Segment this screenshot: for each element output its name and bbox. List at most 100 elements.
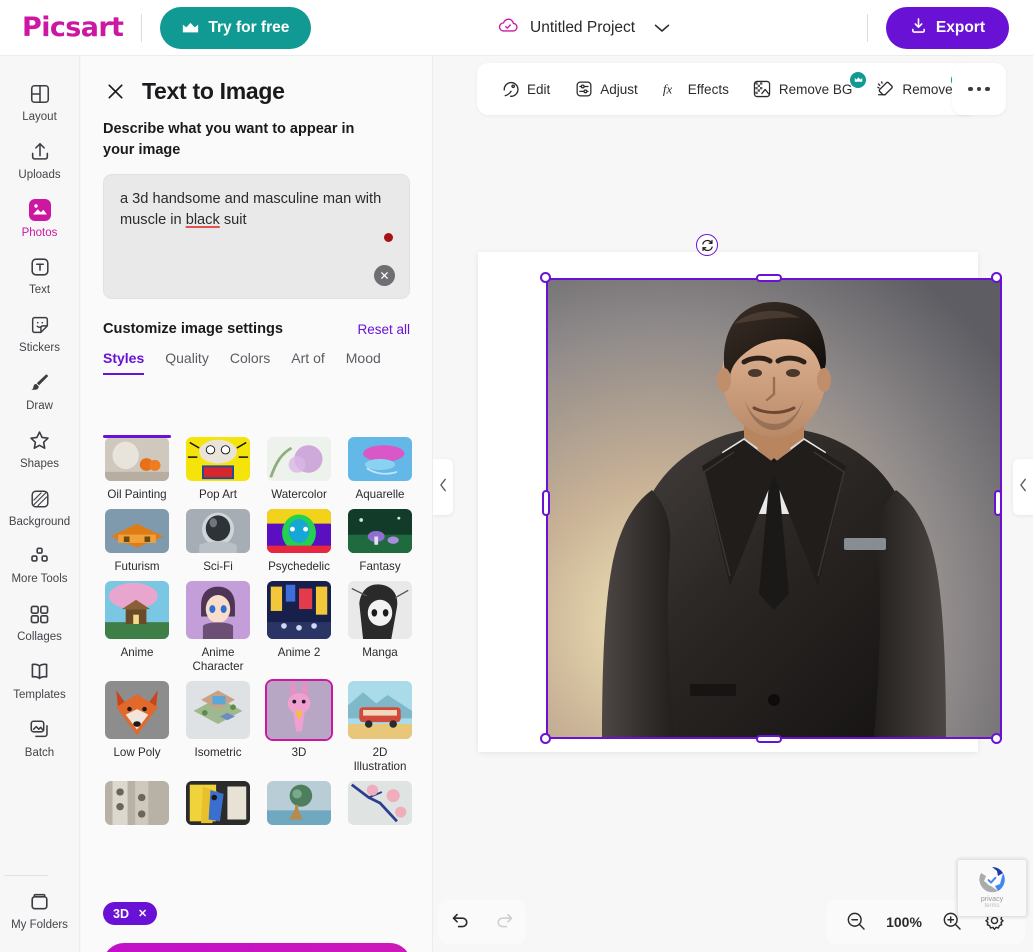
canvas-image[interactable]	[548, 280, 1000, 737]
close-icon[interactable]: ✕	[138, 907, 147, 920]
style-card-18[interactable]	[265, 779, 333, 847]
sidebar-item-background[interactable]: Background	[4, 477, 76, 535]
recaptcha-terms-link[interactable]: terms	[985, 903, 1000, 909]
close-icon[interactable]	[103, 79, 128, 104]
tab-quality[interactable]: Quality	[165, 350, 209, 375]
generate-button[interactable]: Generate	[103, 943, 411, 952]
zoom-level: 100%	[886, 914, 922, 930]
crown-icon	[182, 22, 199, 34]
sidebar-item-more-tools[interactable]: More Tools	[4, 534, 76, 592]
style-card-anime[interactable]: Anime	[103, 579, 171, 675]
sidebar-item-photos[interactable]: Photos	[4, 188, 76, 246]
remove-bg-button[interactable]: Remove BG	[743, 71, 867, 106]
style-label: Anime	[120, 646, 154, 659]
style-card-pop-art[interactable]: Pop Art	[184, 435, 252, 503]
sidebar-item-layout[interactable]: Layout	[4, 72, 76, 130]
style-card-futurism[interactable]: Futurism	[103, 507, 171, 575]
sidebar-item-batch[interactable]: Batch	[4, 708, 76, 766]
tab-styles[interactable]: Styles	[103, 350, 145, 376]
project-name-group[interactable]: Untitled Project	[497, 0, 678, 56]
tab-colors[interactable]: Colors	[230, 350, 270, 375]
style-card-aquarelle[interactable]: Aquarelle	[346, 435, 414, 503]
resize-handle-left[interactable]	[542, 490, 550, 516]
style-card-fantasy[interactable]: Fantasy	[346, 507, 414, 575]
style-card-17[interactable]	[184, 779, 252, 847]
remove-button[interactable]: Remove	[866, 71, 967, 106]
resize-handle-right[interactable]	[994, 490, 1002, 516]
style-card-isometric[interactable]: Isometric	[184, 679, 252, 775]
tab-art-of[interactable]: Art of	[291, 350, 324, 375]
collage-icon	[27, 601, 53, 627]
edit-button[interactable]: Edit	[491, 73, 560, 106]
resize-handle-top[interactable]	[756, 274, 782, 282]
more-options-button[interactable]	[952, 63, 1006, 115]
prompt-input[interactable]: a 3d handsome and masculine man with mus…	[103, 174, 410, 300]
style-card-sci-fi[interactable]: Sci-Fi	[184, 507, 252, 575]
style-card-3d[interactable]: 3D	[265, 678, 333, 775]
style-label: Psychedelic	[268, 560, 330, 573]
adjust-icon	[574, 80, 593, 99]
recaptcha-privacy-link[interactable]: privacy	[981, 896, 1003, 903]
style-chip-3d[interactable]: 3D ✕	[103, 902, 158, 925]
style-card-oil-painting[interactable]: Oil Painting	[103, 435, 171, 503]
collapse-left-panel-button[interactable]	[433, 459, 453, 515]
undo-button[interactable]	[447, 907, 474, 937]
style-card-watercolor[interactable]: Watercolor	[265, 435, 333, 503]
resize-handle-top-left[interactable]	[540, 272, 551, 283]
sidebar-item-templates[interactable]: Templates	[4, 650, 76, 708]
adjust-button[interactable]: Adjust	[564, 73, 648, 106]
sidebar-item-text[interactable]: Text	[4, 245, 76, 303]
resize-handle-bottom[interactable]	[756, 735, 782, 743]
sidebar-item-shapes[interactable]: Shapes	[4, 419, 76, 477]
picsart-logo[interactable]: Picsart	[22, 12, 124, 43]
style-card-2d-illustration[interactable]: 2D Illustration	[346, 679, 414, 775]
style-thumbnail	[184, 679, 252, 741]
sidebar-item-my-folders[interactable]: My Folders	[4, 880, 76, 938]
styles-grid: Oil Painting Pop Art Watercolor Aquarell…	[103, 435, 414, 847]
clear-prompt-button[interactable]	[374, 265, 395, 287]
sidebar-label: Templates	[13, 688, 66, 701]
style-label: Anime Character	[192, 646, 244, 674]
zoom-out-button[interactable]	[842, 907, 870, 938]
style-card-psychedelic[interactable]: Psychedelic	[265, 507, 333, 575]
artboard[interactable]	[478, 234, 1002, 752]
style-label: Aquarelle	[355, 488, 405, 501]
export-button[interactable]: Export	[885, 7, 1009, 49]
style-card-anime-2[interactable]: Anime 2	[265, 579, 333, 675]
style-card-low-poly[interactable]: Low Poly	[103, 679, 171, 775]
rotate-icon[interactable]	[696, 234, 718, 256]
redo-button[interactable]	[491, 907, 518, 937]
effects-button[interactable]: fx Effects	[652, 73, 739, 106]
styles-scroll-container[interactable]: Oil Painting Pop Art Watercolor Aquarell…	[81, 435, 432, 890]
sidebar-item-uploads[interactable]: Uploads	[4, 130, 76, 188]
style-label: Watercolor	[271, 488, 327, 501]
collapse-right-panel-button[interactable]	[1013, 459, 1033, 515]
sidebar-label: My Folders	[11, 919, 68, 932]
project-menu-button[interactable]	[646, 19, 678, 37]
reset-all-button[interactable]: Reset all	[357, 322, 410, 337]
sidebar-label: Draw	[26, 399, 53, 412]
history-controls	[438, 900, 526, 944]
edit-label: Edit	[527, 81, 551, 97]
recaptcha-badge[interactable]: privacy terms	[957, 859, 1027, 917]
text-icon	[27, 254, 53, 280]
resize-handle-bottom-right[interactable]	[991, 733, 1002, 744]
style-thumbnail	[265, 507, 333, 555]
project-name[interactable]: Untitled Project	[530, 19, 635, 37]
customize-title: Customize image settings	[103, 321, 284, 338]
tab-mood[interactable]: Mood	[346, 350, 381, 375]
style-card-19[interactable]	[346, 779, 414, 847]
resize-handle-bottom-left[interactable]	[540, 733, 551, 744]
style-thumbnail	[265, 779, 333, 827]
style-thumbnail	[265, 678, 333, 741]
style-card-anime-character[interactable]: Anime Character	[184, 579, 252, 675]
sidebar-item-draw[interactable]: Draw	[4, 361, 76, 419]
style-thumbnail	[346, 779, 414, 827]
style-card-manga[interactable]: Manga	[346, 579, 414, 675]
photos-icon	[27, 197, 53, 223]
sidebar-item-collages[interactable]: Collages	[4, 592, 76, 650]
style-card-16[interactable]	[103, 779, 171, 847]
resize-handle-top-right[interactable]	[991, 272, 1002, 283]
sidebar-item-stickers[interactable]: Stickers	[4, 303, 76, 361]
try-for-free-button[interactable]: Try for free	[160, 6, 312, 49]
